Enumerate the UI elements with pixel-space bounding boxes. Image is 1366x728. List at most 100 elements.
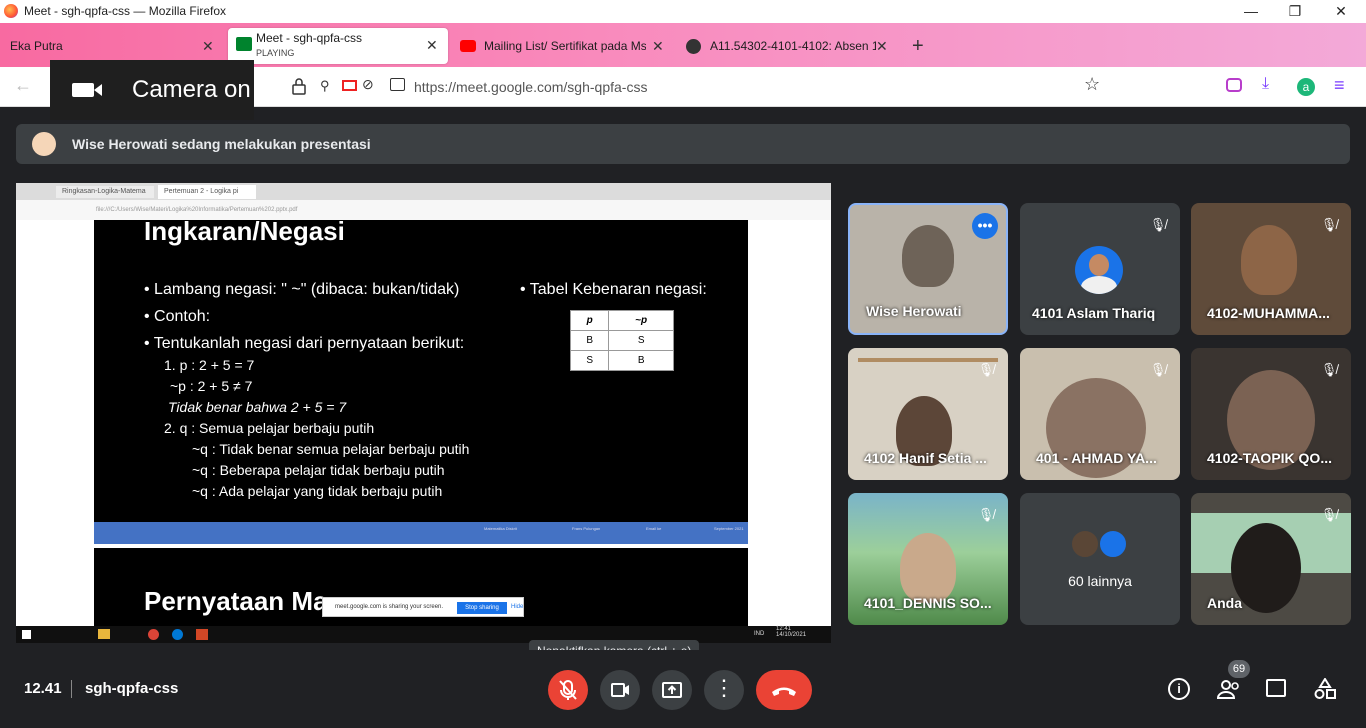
tab-mailing-list[interactable]: Mailing List/ Sertifikat pada Ms ✕ xyxy=(456,32,674,62)
slide-title: Ingkaran/Negasi xyxy=(144,216,345,246)
example-line: Tidak benar bahwa 2 + 5 = 7 xyxy=(168,399,347,415)
tab-meet[interactable]: Meet - sgh-qpfa-css PLAYING ✕ xyxy=(228,28,448,64)
slide: Ingkaran/Negasi • Lambang negasi: " ~" (… xyxy=(94,216,748,626)
screen-share-bar: meet.google.com is sharing your screen. … xyxy=(322,597,524,617)
chrome-icon[interactable] xyxy=(148,629,159,640)
menu-icon[interactable]: ≡ xyxy=(1334,75,1345,96)
participant-name: 4102 Hanif Setia ... xyxy=(864,450,987,466)
participant-name: Wise Herowati xyxy=(866,303,962,319)
tab-label: A11.54302-4101-4102: Absen 14 xyxy=(710,39,876,53)
bullet: Contoh: xyxy=(154,308,211,325)
participant-name: 4102-TAOPIK QO... xyxy=(1207,450,1332,466)
firefox-logo-icon xyxy=(4,4,18,18)
url-text[interactable]: https://meet.google.com/sgh-qpfa-css xyxy=(414,79,647,95)
participant-avatar xyxy=(1070,529,1100,559)
tab-label: Eka Putra xyxy=(10,39,63,53)
playing-label: PLAYING xyxy=(256,48,295,58)
self-tile[interactable]: 🎙︎̸ Anda xyxy=(1191,493,1351,625)
participant-tile[interactable]: 🎙︎̸ 4102 Hanif Setia ... xyxy=(848,348,1008,480)
example-line: ~q : Ada pelajar yang tidak berbaju puti… xyxy=(192,483,443,499)
close-tab-icon[interactable]: ✕ xyxy=(876,38,888,55)
shared-tab-active: Pertemuan 2 - Logika pi xyxy=(158,185,256,199)
meeting-controls: 12.41 sgh-qpfa-css ⋮ i 69 xyxy=(0,650,1366,728)
shared-screen[interactable]: Ringkasan-Logika-Matema Pertemuan 2 - Lo… xyxy=(16,183,831,643)
pocket-icon[interactable] xyxy=(1226,78,1242,92)
close-tab-icon[interactable]: ✕ xyxy=(202,38,214,55)
account-avatar-icon[interactable]: a xyxy=(1297,78,1315,96)
participant-name: Anda xyxy=(1207,595,1242,611)
powerpoint-icon[interactable] xyxy=(196,629,208,640)
camera-button[interactable] xyxy=(600,670,640,710)
bullet: Tentukanlah negasi dari pernyataan berik… xyxy=(153,335,465,352)
people-icon[interactable] xyxy=(1216,678,1242,700)
participant-tile[interactable]: 🎙︎̸ 401 - AHMAD YA... xyxy=(1020,348,1180,480)
truth-table: p ~p BS SB xyxy=(569,310,674,371)
presenter-text: Wise Herowati sedang melakukan presentas… xyxy=(72,136,371,152)
example-line: 2. q : Semua pelajar berbaju putih xyxy=(164,420,375,436)
taskbar-clock: 12:41 14/10/2021 xyxy=(776,626,807,638)
slide-footer: Matematika Diskrit Frans Pulungan Email … xyxy=(94,522,748,544)
hide-button[interactable]: Hide xyxy=(511,604,523,610)
end-call-button[interactable] xyxy=(756,670,812,710)
shared-browser-tabs: Ringkasan-Logika-Matema Pertemuan 2 - Lo… xyxy=(16,183,831,200)
participant-tile[interactable]: 🎙︎̸ 4102-TAOPIK QO... xyxy=(1191,348,1351,480)
chat-icon[interactable] xyxy=(1266,679,1286,697)
participant-name: 401 - AHMAD YA... xyxy=(1036,450,1157,466)
download-icon[interactable]: ⤓ xyxy=(1262,75,1269,93)
back-icon[interactable]: ← xyxy=(14,75,32,96)
file-explorer-icon[interactable] xyxy=(98,629,110,639)
camera-sharing-icon[interactable] xyxy=(342,80,357,91)
camera-on-label: Camera on xyxy=(132,76,251,103)
participant-video xyxy=(902,225,954,287)
example-line: ~q : Tidak benar semua pelajar berbaju p… xyxy=(192,441,470,457)
minimize-icon[interactable]: — xyxy=(1228,0,1274,23)
participant-avatar xyxy=(1075,246,1123,294)
participant-tile[interactable]: 🎙︎̸ 4101 Aslam Thariq xyxy=(1020,203,1180,335)
participant-tile[interactable]: ••• Wise Herowati xyxy=(848,203,1008,335)
stop-sharing-button[interactable]: Stop sharing xyxy=(457,602,507,614)
mic-off-icon: 🎙︎̸ xyxy=(1320,507,1338,522)
example-line: 1. p : 2 + 5 = 7 xyxy=(164,357,255,373)
slide-examples: 1. p : 2 + 5 = 7 ~p : 2 + 5 ≠ 7 Tidak be… xyxy=(164,355,469,502)
lock-icon[interactable] xyxy=(292,77,306,95)
participant-video xyxy=(1241,225,1297,295)
present-button[interactable] xyxy=(652,670,692,710)
more-options-icon[interactable]: ••• xyxy=(972,213,998,239)
participant-name: 4101_DENNIS SO... xyxy=(864,595,992,611)
edge-icon[interactable] xyxy=(172,629,183,640)
new-tab-icon[interactable]: + xyxy=(912,35,924,58)
meeting-code: sgh-qpfa-css xyxy=(85,680,179,697)
people-count-badge: 69 xyxy=(1228,660,1250,678)
mic-off-button[interactable] xyxy=(548,670,588,710)
windows-start-icon[interactable] xyxy=(22,630,31,639)
bookmark-star-icon[interactable]: ☆ xyxy=(1084,74,1100,95)
close-tab-icon[interactable]: ✕ xyxy=(652,38,664,55)
mic-off-icon: 🎙︎̸ xyxy=(977,507,995,522)
tab-absen[interactable]: A11.54302-4101-4102: Absen 14 ✕ xyxy=(682,32,902,62)
restore-icon[interactable]: ❐ xyxy=(1272,0,1318,23)
slide-bullets: • Lambang negasi: " ~" (dibaca: bukan/ti… xyxy=(144,281,465,352)
permissions-icon[interactable]: ⚲ xyxy=(320,78,330,94)
table-title: • Tabel Kebenaran negasi: xyxy=(520,281,707,298)
participant-tile[interactable]: 🎙︎̸ 4101_DENNIS SO... xyxy=(848,493,1008,625)
autoplay-blocked-icon[interactable]: ⊘ xyxy=(362,76,374,93)
others-tile[interactable]: 60 lainnya xyxy=(1020,493,1180,625)
moodle-icon xyxy=(686,39,701,54)
participant-name: 4102-MUHAMMA... xyxy=(1207,305,1330,321)
activities-icon[interactable] xyxy=(1314,677,1336,700)
example-line: ~p : 2 + 5 ≠ 7 xyxy=(170,378,253,394)
info-icon[interactable]: i xyxy=(1168,678,1190,700)
meeting-time: 12.41 xyxy=(24,680,62,697)
presenter-banner: Wise Herowati sedang melakukan presentas… xyxy=(16,124,1350,164)
reader-view-icon[interactable] xyxy=(390,78,405,91)
more-options-button[interactable]: ⋮ xyxy=(704,670,744,710)
tab-label: Meet - sgh-qpfa-css xyxy=(256,31,363,45)
close-window-icon[interactable]: ✕ xyxy=(1318,0,1364,23)
video-camera-icon xyxy=(72,83,94,97)
next-slide-title: Pernyataan Ma xyxy=(144,586,328,616)
close-tab-icon[interactable]: ✕ xyxy=(426,37,438,54)
participant-video xyxy=(900,533,956,603)
mic-off-icon: 🎙︎̸ xyxy=(1149,362,1167,377)
participant-tile[interactable]: 🎙︎̸ 4102-MUHAMMA... xyxy=(1191,203,1351,335)
tab-eka-putra[interactable]: Eka Putra ✕ xyxy=(0,32,224,62)
